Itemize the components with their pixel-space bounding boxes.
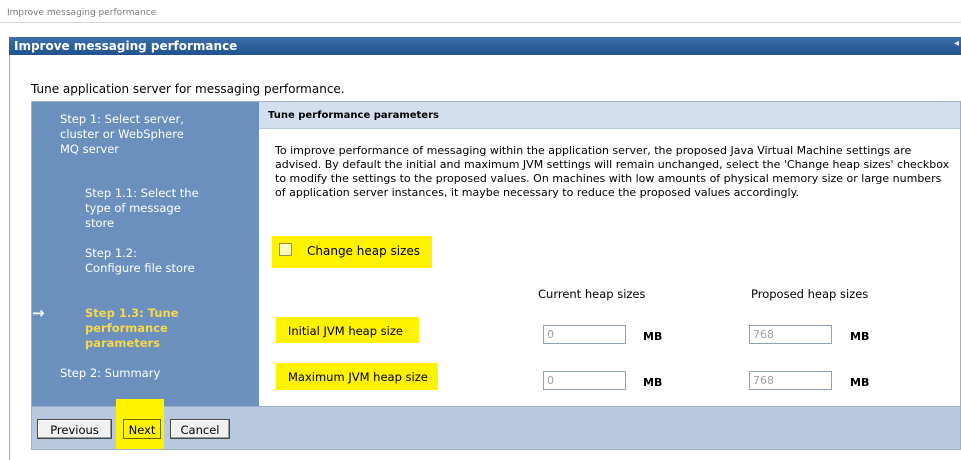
next-button[interactable]: Next xyxy=(123,419,161,439)
section-header: Tune performance parameters xyxy=(259,102,960,129)
step-1-1[interactable]: Step 1.1: Select the type of message sto… xyxy=(85,186,203,231)
previous-button[interactable]: Previous xyxy=(37,419,112,439)
panel-title: Improve messaging performance xyxy=(14,39,238,53)
breadcrumb-divider xyxy=(0,22,961,23)
initial-proposed-field[interactable]: 768 xyxy=(749,325,832,344)
maximum-current-field[interactable]: 0 xyxy=(543,371,626,390)
content-panel: Tune performance parameters To improve p… xyxy=(259,102,960,406)
initial-current-unit: MB xyxy=(643,330,663,343)
maximum-current-unit: MB xyxy=(643,376,663,389)
breadcrumb: Improve messaging performance xyxy=(7,8,157,18)
steps-panel: Step 1: Select server, cluster or WebSph… xyxy=(32,102,259,406)
maximum-proposed-unit: MB xyxy=(850,376,870,389)
frame-border xyxy=(9,55,10,460)
col-head-proposed: Proposed heap sizes xyxy=(751,287,869,301)
step-1[interactable]: Step 1: Select server, cluster or WebSph… xyxy=(60,112,190,157)
step-1-3: Step 1.3: Tune performance parameters xyxy=(85,306,179,350)
current-step-arrow-icon: → xyxy=(32,304,45,322)
cancel-button[interactable]: Cancel xyxy=(170,419,230,439)
change-heap-checkbox[interactable] xyxy=(279,243,292,256)
wizard-footer: Previous Next Cancel xyxy=(31,399,961,450)
page-intro: Tune application server for messaging pe… xyxy=(31,82,345,96)
panel-title-bar: Improve messaging performance ◂ xyxy=(9,37,961,55)
collapse-icon[interactable]: ◂ xyxy=(954,38,959,49)
maximum-heap-label: Maximum JVM heap size xyxy=(288,370,428,384)
wizard: Step 1: Select server, cluster or WebSph… xyxy=(31,101,961,407)
step-1-2[interactable]: Step 1.2: Configure file store xyxy=(85,246,195,276)
col-head-current: Current heap sizes xyxy=(538,287,646,301)
initial-proposed-unit: MB xyxy=(850,330,870,343)
maximum-proposed-field[interactable]: 768 xyxy=(749,371,832,390)
change-heap-label: Change heap sizes xyxy=(307,244,421,258)
section-description: To improve performance of messaging with… xyxy=(275,144,950,199)
initial-current-field[interactable]: 0 xyxy=(543,325,626,344)
step-2[interactable]: Step 2: Summary xyxy=(60,366,220,381)
initial-heap-label: Initial JVM heap size xyxy=(288,324,403,338)
